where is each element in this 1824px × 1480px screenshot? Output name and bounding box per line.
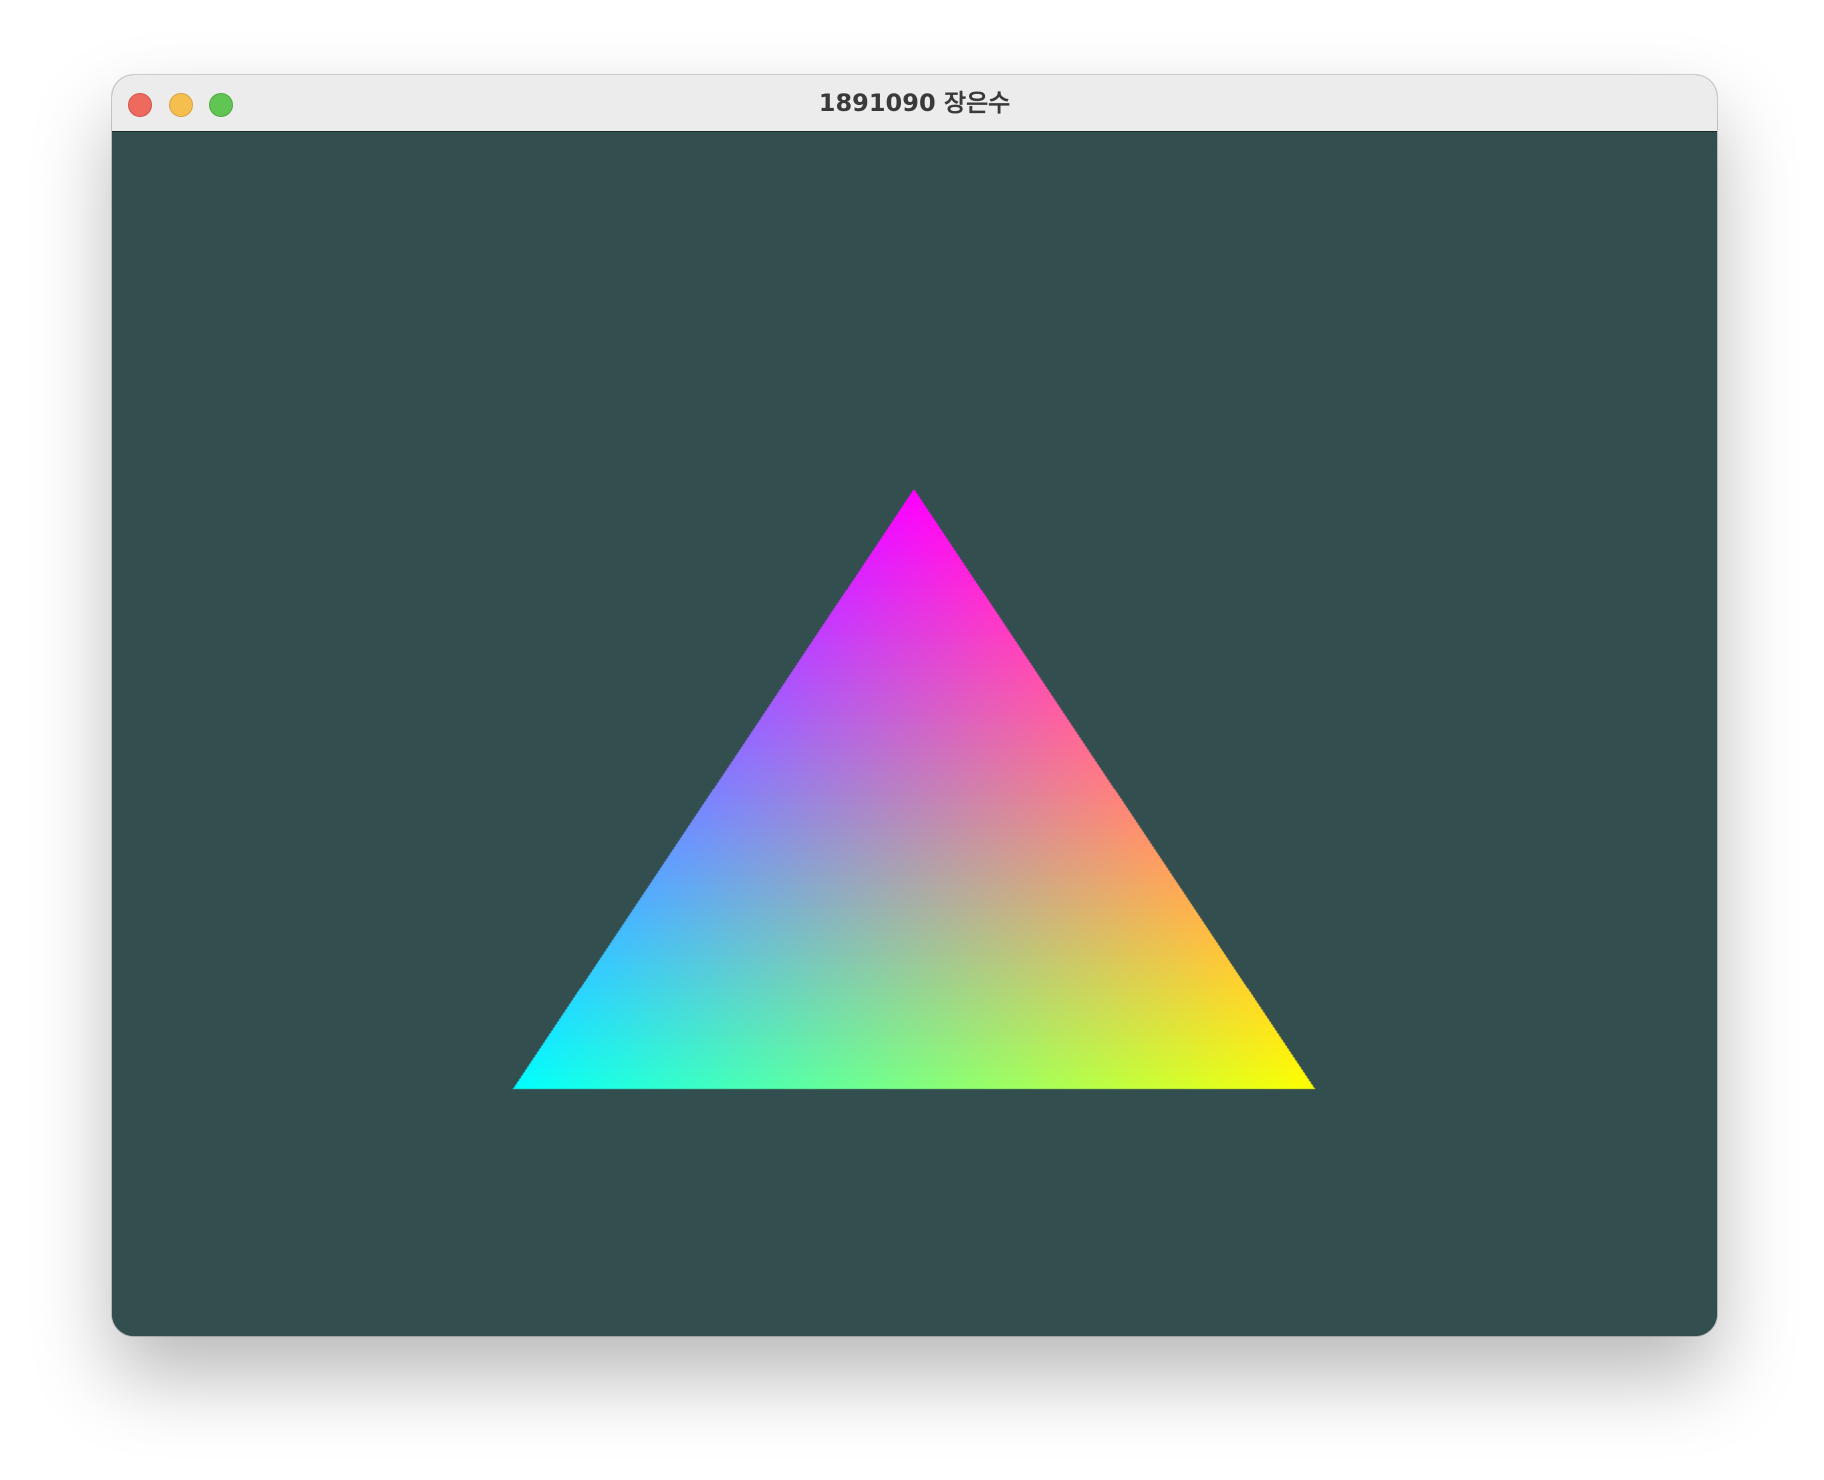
window-title: 1891090 장은수 — [818, 89, 1011, 117]
title-bar[interactable]: 1891090 장은수 — [112, 75, 1717, 132]
render-viewport[interactable] — [112, 132, 1717, 1336]
app-window: 1891090 장은수 — [112, 75, 1717, 1336]
gradient-triangle — [112, 132, 1717, 1336]
